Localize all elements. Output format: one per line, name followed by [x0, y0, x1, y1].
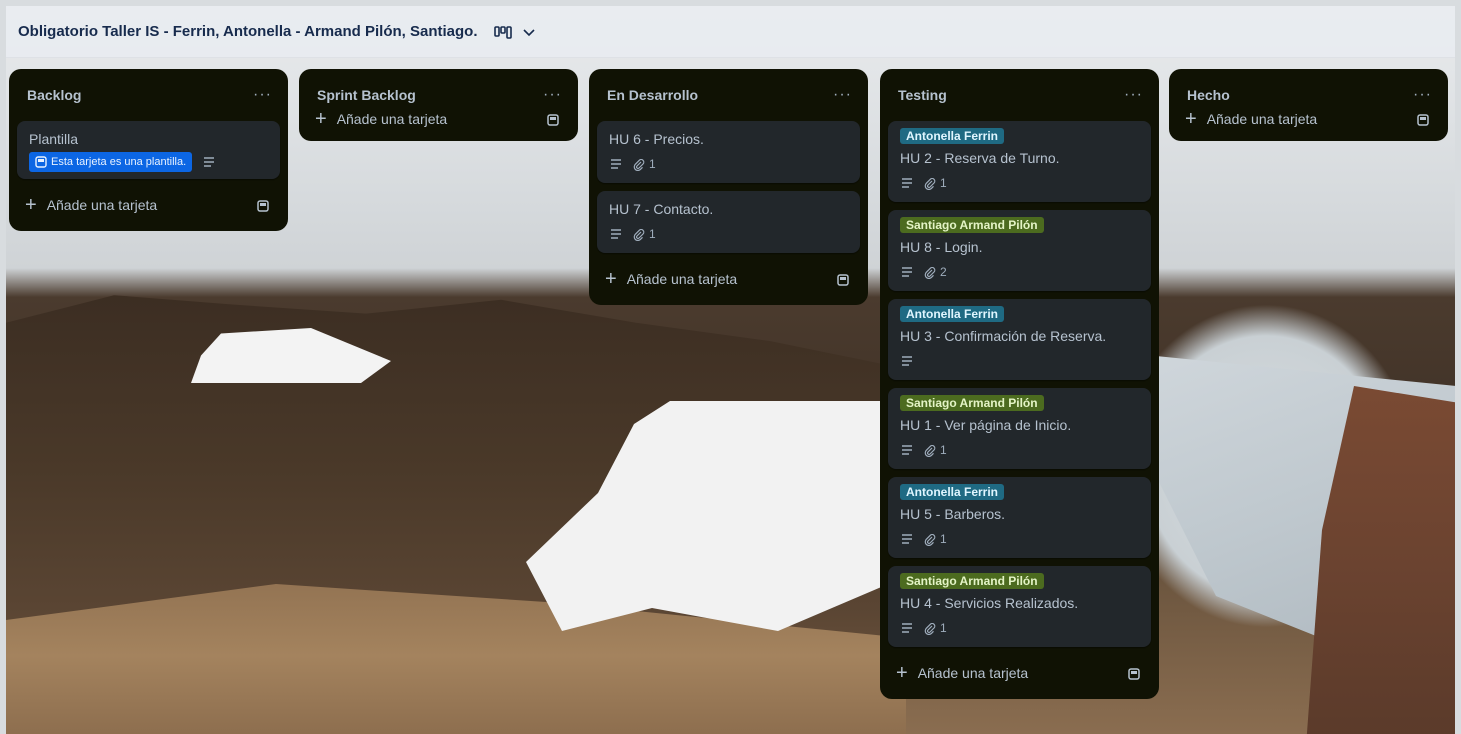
member-label: Antonella Ferrin: [900, 128, 1005, 144]
description-icon: [900, 444, 914, 456]
attachment-badge: 1: [924, 621, 947, 635]
card-hu-7[interactable]: HU 7 - Contacto. 1: [597, 191, 860, 253]
member-label: Santiago Armand Pilón: [900, 217, 1044, 233]
description-icon: [900, 355, 914, 367]
list-hecho: Hecho ··· + Añade una tarjeta: [1169, 69, 1448, 141]
card-badges: 1: [609, 155, 848, 173]
add-card-button[interactable]: + Añade una tarjeta: [307, 101, 570, 137]
board-view-icon[interactable]: [493, 25, 512, 39]
card-hu-2[interactable]: Antonella Ferrin HU 2 - Reserva de Turno…: [888, 121, 1151, 202]
card-title: HU 5 - Barberos.: [900, 506, 1006, 522]
card-badges: 1: [900, 619, 1139, 637]
template-icon[interactable]: [546, 111, 560, 127]
card-badges: Esta tarjeta es una plantilla.: [29, 152, 268, 172]
attachment-badge: 1: [633, 157, 656, 171]
paperclip-icon: [924, 176, 936, 190]
more-icon[interactable]: ···: [1413, 87, 1432, 103]
plus-icon: +: [605, 268, 617, 290]
card-plantilla[interactable]: Plantilla Esta tarjeta es una plantilla.: [17, 121, 280, 179]
paperclip-icon: [633, 157, 645, 171]
card-title: HU 7 - Contacto.: [609, 201, 714, 217]
card-badges: 1: [900, 441, 1139, 459]
attachment-badge: 1: [633, 227, 656, 241]
member-label: Santiago Armand Pilón: [900, 395, 1044, 411]
card-badges: 1: [900, 530, 1139, 548]
card-title: HU 3 - Confirmación de Reserva.: [900, 328, 1107, 344]
member-label: Santiago Armand Pilón: [900, 573, 1044, 589]
description-icon: [900, 177, 914, 189]
card-title: HU 4 - Servicios Realizados.: [900, 595, 1079, 611]
description-icon: [609, 228, 623, 240]
plus-icon: +: [315, 108, 327, 130]
list-backlog: Backlog ··· Plantilla Esta tarjeta es un…: [9, 69, 288, 231]
list-header: En Desarrollo ···: [597, 69, 860, 121]
more-icon[interactable]: ···: [543, 87, 562, 103]
more-icon[interactable]: ···: [1124, 87, 1143, 103]
card-title: Plantilla: [29, 131, 79, 147]
card-title: HU 6 - Precios.: [609, 131, 704, 147]
template-icon[interactable]: [836, 271, 850, 287]
list-title[interactable]: Hecho: [1187, 87, 1230, 103]
list-header: Testing ···: [888, 69, 1151, 121]
add-card-button[interactable]: + Añade una tarjeta: [17, 187, 280, 223]
card-badges: 2: [900, 263, 1139, 281]
board-title[interactable]: Obligatorio Taller IS - Ferrin, Antonell…: [18, 23, 478, 40]
list-sprint-backlog: Sprint Backlog ··· + Añade una tarjeta: [299, 69, 578, 141]
description-icon: [900, 533, 914, 545]
attachment-badge: 1: [924, 443, 947, 457]
paperclip-icon: [924, 265, 936, 279]
template-icon: [35, 154, 47, 170]
card-hu-3[interactable]: Antonella Ferrin HU 3 - Confirmación de …: [888, 299, 1151, 380]
template-icon[interactable]: [1416, 111, 1430, 127]
template-icon[interactable]: [256, 197, 270, 213]
template-icon[interactable]: [1127, 665, 1141, 681]
card-title: HU 1 - Ver página de Inicio.: [900, 417, 1072, 433]
list-en-desarrollo: En Desarrollo ··· HU 6 - Precios. 1 HU 7…: [589, 69, 868, 305]
attachment-badge: 1: [924, 532, 947, 546]
add-card-button[interactable]: + Añade una tarjeta: [888, 655, 1151, 691]
card-title: HU 8 - Login.: [900, 239, 983, 255]
description-icon: [202, 156, 216, 168]
more-icon[interactable]: ···: [833, 87, 852, 103]
card-title: HU 2 - Reserva de Turno.: [900, 150, 1060, 166]
member-label: Antonella Ferrin: [900, 484, 1005, 500]
paperclip-icon: [633, 227, 645, 241]
card-badges: 1: [900, 174, 1139, 192]
list-title[interactable]: Testing: [898, 87, 947, 103]
template-badge: Esta tarjeta es una plantilla.: [29, 152, 193, 172]
plus-icon: +: [896, 662, 908, 684]
card-hu-4[interactable]: Santiago Armand Pilón HU 4 - Servicios R…: [888, 566, 1151, 647]
description-icon: [609, 158, 623, 170]
list-header: Backlog ···: [17, 69, 280, 121]
description-icon: [900, 622, 914, 634]
more-icon[interactable]: ···: [253, 87, 272, 103]
list-title[interactable]: En Desarrollo: [607, 87, 698, 103]
view-switcher[interactable]: [493, 25, 536, 39]
card-hu-5[interactable]: Antonella Ferrin HU 5 - Barberos. 1: [888, 477, 1151, 558]
plus-icon: +: [1185, 108, 1197, 130]
description-icon: [900, 266, 914, 278]
board-header: Obligatorio Taller IS - Ferrin, Antonell…: [6, 6, 1455, 58]
attachment-badge: 2: [924, 265, 947, 279]
add-card-button[interactable]: + Añade una tarjeta: [1177, 101, 1440, 137]
list-title[interactable]: Sprint Backlog: [317, 87, 416, 103]
list-testing: Testing ··· Antonella Ferrin HU 2 - Rese…: [880, 69, 1159, 699]
plus-icon: +: [25, 194, 37, 216]
attachment-badge: 1: [924, 176, 947, 190]
chevron-down-icon[interactable]: [522, 25, 536, 39]
card-badges: [900, 352, 1139, 370]
paperclip-icon: [924, 532, 936, 546]
add-card-button[interactable]: + Añade una tarjeta: [597, 261, 860, 297]
paperclip-icon: [924, 621, 936, 635]
paperclip-icon: [924, 443, 936, 457]
card-badges: 1: [609, 225, 848, 243]
card-hu-8[interactable]: Santiago Armand Pilón HU 8 - Login. 2: [888, 210, 1151, 291]
list-title[interactable]: Backlog: [27, 87, 81, 103]
member-label: Antonella Ferrin: [900, 306, 1005, 322]
card-hu-6[interactable]: HU 6 - Precios. 1: [597, 121, 860, 183]
card-hu-1[interactable]: Santiago Armand Pilón HU 1 - Ver página …: [888, 388, 1151, 469]
